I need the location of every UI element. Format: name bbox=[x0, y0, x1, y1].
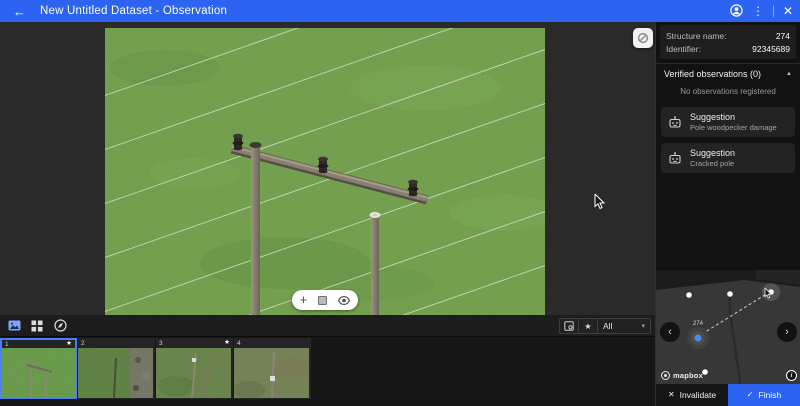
thumbnail-3[interactable]: 3 ★ bbox=[156, 338, 233, 399]
footer-actions: ✕ Invalidate ✓ Finish bbox=[656, 384, 800, 406]
filmstrip-filter: ★ All ▾ bbox=[559, 318, 651, 334]
suggestion-text: Suggestion Pole woodpecker damage bbox=[690, 112, 777, 132]
mouse-cursor bbox=[594, 192, 606, 215]
filter-dropdown-value: All bbox=[603, 321, 613, 331]
robot-icon bbox=[669, 152, 681, 164]
x-icon: ✕ bbox=[667, 390, 675, 399]
identifier-value: 92345689 bbox=[752, 43, 790, 54]
thumbnail-image bbox=[234, 348, 309, 398]
app-bar-actions: ⋮ ✕ bbox=[730, 0, 793, 22]
account-icon[interactable] bbox=[730, 3, 743, 19]
filmstrip: 1 ★ 2 3 ★ 4 bbox=[0, 337, 655, 406]
mapbox-wordmark: mapbox bbox=[673, 371, 703, 380]
structure-photo[interactable] bbox=[94, 0, 560, 406]
check-icon: ✓ bbox=[746, 390, 754, 399]
app-bar-divider bbox=[772, 5, 774, 17]
app-bar: ← New Untitled Dataset - Observation ⋮ ✕ bbox=[0, 0, 800, 22]
thumbnail-1[interactable]: 1 ★ bbox=[0, 338, 77, 399]
grid-view-button[interactable] bbox=[30, 319, 44, 333]
image-view-icon bbox=[8, 320, 20, 331]
image-view-button[interactable] bbox=[7, 319, 21, 333]
identifier-label: Identifier: bbox=[666, 43, 701, 54]
visibility-button[interactable] bbox=[338, 295, 351, 305]
structure-name-row: Structure name: 274 bbox=[666, 29, 790, 42]
structure-info-card: Structure name: 274 Identifier: 92345689 bbox=[660, 25, 796, 59]
invalidate-button[interactable]: ✕ Invalidate bbox=[656, 384, 728, 406]
invalidate-label: Invalidate bbox=[679, 390, 717, 400]
thumbnail-2[interactable]: 2 bbox=[78, 338, 155, 399]
annotated-images-filter-button[interactable] bbox=[560, 319, 579, 333]
image-filter-icon bbox=[564, 321, 574, 331]
slashed-circle-icon bbox=[637, 32, 649, 44]
suggestion-title: Suggestion bbox=[690, 112, 736, 122]
finish-label: Finish bbox=[758, 390, 782, 400]
map-view-button[interactable] bbox=[53, 319, 67, 333]
mapbox-attribution[interactable]: mapbox bbox=[661, 371, 703, 380]
map-cursor-icon bbox=[764, 286, 772, 304]
eye-icon bbox=[338, 295, 351, 305]
map-marker-label: 274 bbox=[693, 321, 704, 327]
map-info-icon[interactable]: i bbox=[786, 370, 797, 381]
observation-sidebar: Structure name: 274 Identifier: 92345689… bbox=[655, 22, 800, 406]
structure-name-label: Structure name: bbox=[666, 30, 727, 41]
verified-observations-title: Verified observations (0) bbox=[664, 69, 762, 79]
view-mode-switcher bbox=[7, 319, 67, 333]
close-icon[interactable]: ✕ bbox=[783, 5, 793, 17]
structure-name-value: 274 bbox=[775, 30, 790, 41]
filter-dropdown[interactable]: All ▾ bbox=[598, 319, 650, 333]
hide-annotations-button[interactable] bbox=[633, 28, 653, 48]
grid-view-icon bbox=[31, 320, 43, 331]
starred-filter-button[interactable]: ★ bbox=[579, 319, 598, 333]
image-viewer: + bbox=[0, 0, 655, 406]
mini-map[interactable]: 274 ‹ › mapbox i bbox=[656, 270, 800, 384]
star-icon[interactable]: ★ bbox=[66, 341, 72, 348]
suggestion-subtitle: Pole woodpecker damage bbox=[690, 123, 777, 132]
identifier-row: Identifier: 92345689 bbox=[666, 42, 790, 55]
star-icon[interactable]: ★ bbox=[224, 339, 230, 347]
suggestion-text: Suggestion Cracked pole bbox=[690, 148, 735, 168]
suggestion-card-woodpecker[interactable]: Suggestion Pole woodpecker damage bbox=[661, 107, 795, 137]
no-observations-text: No observations registered bbox=[680, 87, 776, 96]
verified-observations-header[interactable]: Verified observations (0) ▲ bbox=[664, 69, 792, 79]
app-window: ← New Untitled Dataset - Observation ⋮ ✕ bbox=[0, 0, 800, 406]
finish-button[interactable]: ✓ Finish bbox=[728, 384, 800, 406]
collapse-caret-icon[interactable]: ▲ bbox=[786, 71, 792, 77]
utility-pole-photo bbox=[94, 0, 560, 406]
page-title: New Untitled Dataset - Observation bbox=[40, 5, 228, 17]
add-annotation-button[interactable]: + bbox=[300, 293, 308, 306]
back-icon[interactable]: ← bbox=[13, 5, 26, 18]
thumbnail-image bbox=[156, 348, 231, 398]
thumbnail-header: 3 ★ bbox=[156, 338, 233, 348]
previous-structure-button[interactable]: ‹ bbox=[660, 322, 680, 342]
thumbnail-header: 2 bbox=[78, 338, 155, 348]
suggestion-subtitle: Cracked pole bbox=[690, 159, 735, 168]
globe-icon bbox=[53, 319, 67, 332]
filmstrip-toolbar: ★ All ▾ bbox=[0, 315, 655, 337]
chevron-down-icon: ▾ bbox=[641, 323, 645, 330]
suggestion-title: Suggestion bbox=[690, 148, 736, 158]
shape-tool-button[interactable] bbox=[318, 295, 328, 305]
thumbnail-image bbox=[1, 348, 76, 398]
thumbnail-number: 1 bbox=[5, 341, 9, 348]
robot-icon bbox=[669, 116, 681, 128]
thumbnail-image bbox=[78, 348, 153, 398]
suggestion-card-cracked-pole[interactable]: Suggestion Cracked pole bbox=[661, 143, 795, 173]
thumbnail-4[interactable]: 4 bbox=[234, 338, 311, 399]
thumbnail-header: 4 bbox=[234, 338, 311, 348]
next-structure-button[interactable]: › bbox=[777, 322, 797, 342]
viewer-toolbar: + bbox=[292, 290, 358, 310]
verified-observations-section: Verified observations (0) ▲ No observati… bbox=[656, 63, 800, 104]
thumbnail-number: 4 bbox=[237, 339, 241, 347]
thumbnail-number: 3 bbox=[159, 339, 163, 347]
thumbnail-number: 2 bbox=[81, 339, 85, 347]
mapbox-logo-icon bbox=[661, 371, 670, 380]
kebab-menu-icon[interactable]: ⋮ bbox=[752, 5, 764, 17]
